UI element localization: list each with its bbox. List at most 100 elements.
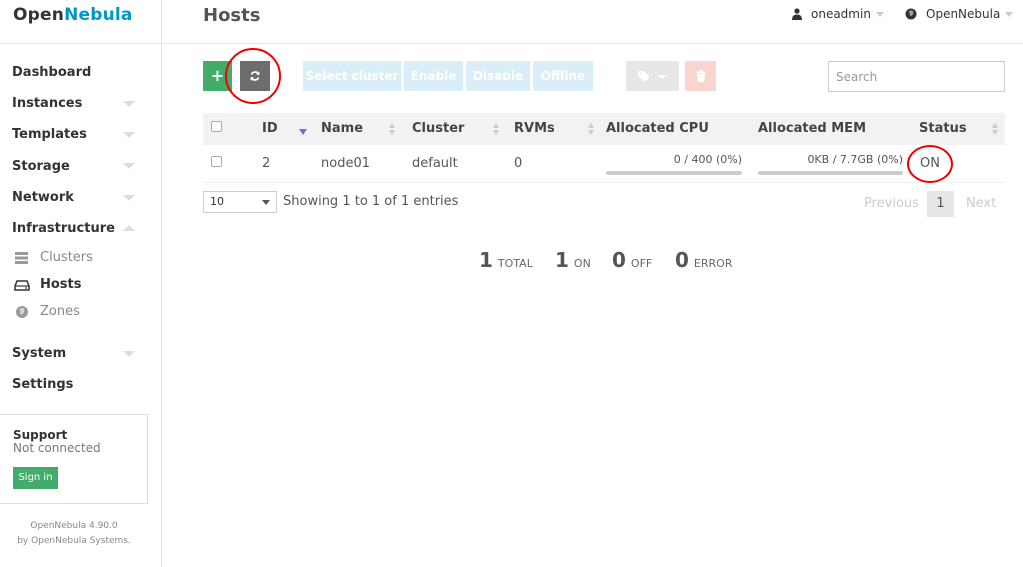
refresh-icon <box>250 71 260 81</box>
support-panel: Support Not connected Sign in <box>0 414 148 504</box>
chevron-up-icon[interactable] <box>123 225 135 231</box>
column-header-name[interactable]: Name <box>321 121 363 136</box>
chevron-down-icon[interactable] <box>123 132 135 138</box>
sidebar-item-network[interactable]: Network <box>12 190 74 205</box>
total-count-label: TOTAL <box>497 257 533 270</box>
on-count: 1 ON <box>555 248 591 272</box>
disable-button[interactable]: Disable <box>466 61 530 91</box>
sidebar-divider <box>0 43 161 44</box>
total-count-number: 1 <box>479 248 493 272</box>
total-count: 1 TOTAL <box>479 248 533 272</box>
column-header-cluster[interactable]: Cluster <box>412 121 464 136</box>
select-cluster-button[interactable]: Select cluster <box>303 61 401 91</box>
sidebar-item-infrastructure[interactable]: Infrastructure <box>12 221 115 236</box>
sort-icon[interactable] <box>992 123 999 135</box>
hdd-icon <box>14 278 30 292</box>
sort-desc-icon[interactable] <box>299 129 307 135</box>
page-title: Hosts <box>203 5 261 26</box>
delete-button[interactable] <box>685 61 716 91</box>
trash-icon <box>695 70 706 82</box>
enable-button[interactable]: Enable <box>404 61 463 91</box>
add-host-button[interactable]: + <box>203 61 232 91</box>
sidebar-item-instances[interactable]: Instances <box>12 96 82 111</box>
page-1-button[interactable]: 1 <box>927 191 954 217</box>
cpu-usage-text: 0 / 400 (0%) <box>673 153 742 166</box>
sidebar-item-dashboard[interactable]: Dashboard <box>12 65 91 80</box>
sort-icon[interactable] <box>389 123 396 135</box>
zone-menu[interactable]: OpenNebula <box>905 7 1014 21</box>
error-count: 0 ERROR <box>675 248 732 272</box>
row-checkbox[interactable] <box>211 156 222 167</box>
logo-text-nebula: Nebula <box>64 5 133 25</box>
page-size-select[interactable]: 10 <box>203 191 277 213</box>
on-count-number: 1 <box>555 248 569 272</box>
support-title: Support <box>13 428 68 442</box>
sidebar-item-storage[interactable]: Storage <box>12 159 70 174</box>
version-info: OpenNebula 4.90.0 by OpenNebula Systems. <box>0 519 148 549</box>
tags-icon <box>637 71 666 82</box>
sign-in-button[interactable]: Sign in <box>13 467 58 489</box>
next-page-button[interactable]: Next <box>966 196 996 211</box>
off-count-label: OFF <box>630 257 653 270</box>
sidebar-subitem-hosts[interactable]: Hosts <box>14 277 82 292</box>
sidebar-item-templates[interactable]: Templates <box>12 127 87 142</box>
chevron-down-icon[interactable] <box>123 101 135 107</box>
table-header: ID Name Cluster RVMs Allocated CPU Alloc… <box>203 113 1005 145</box>
off-count: 0 OFF <box>612 248 652 272</box>
sidebar: OpenNebula Dashboard Instances Templates… <box>0 0 162 567</box>
cell-rvms: 0 <box>514 156 523 171</box>
user-name: oneadmin <box>811 7 871 21</box>
logo-text-open: Open <box>13 5 65 25</box>
user-icon <box>792 8 802 20</box>
sidebar-item-system[interactable]: System <box>12 346 66 361</box>
column-header-id[interactable]: ID <box>262 121 278 136</box>
cpu-usage-bar <box>606 171 742 175</box>
cell-status: ON <box>920 156 940 171</box>
cell-id: 2 <box>262 156 271 171</box>
column-header-status[interactable]: Status <box>919 121 967 136</box>
previous-page-button[interactable]: Previous <box>864 196 919 211</box>
labels-dropdown-button[interactable] <box>626 61 679 91</box>
on-count-label: ON <box>573 257 591 270</box>
column-header-allocated-cpu[interactable]: Allocated CPU <box>606 121 709 136</box>
chevron-down-icon[interactable] <box>123 163 135 169</box>
header-divider <box>162 43 1023 44</box>
support-status: Not connected <box>13 441 101 455</box>
column-header-allocated-mem[interactable]: Allocated MEM <box>758 121 866 136</box>
search-input[interactable] <box>828 61 1005 92</box>
version-number: OpenNebula 4.90.0 <box>30 521 118 531</box>
caret-down-icon <box>262 200 270 205</box>
user-menu[interactable]: oneadmin <box>792 7 884 21</box>
chevron-down-icon[interactable] <box>123 195 135 201</box>
column-header-rvms[interactable]: RVMs <box>514 121 555 136</box>
sidebar-subitem-zones[interactable]: Zones <box>14 304 80 319</box>
opennebula-logo[interactable]: OpenNebula <box>13 5 133 25</box>
error-count-label: ERROR <box>693 257 733 270</box>
entries-info: Showing 1 to 1 of 1 entries <box>283 194 459 209</box>
globe-icon <box>14 305 30 319</box>
caret-down-icon <box>1005 11 1014 17</box>
mem-usage-text: 0KB / 7.7GB (0%) <box>807 153 903 166</box>
sidebar-subitem-label: Hosts <box>40 277 82 292</box>
off-count-number: 0 <box>612 248 626 272</box>
version-vendor[interactable]: by OpenNebula Systems. <box>0 534 148 549</box>
offline-button[interactable]: Offline <box>533 61 593 91</box>
error-count-number: 0 <box>675 248 689 272</box>
server-stack-icon <box>14 251 30 265</box>
caret-down-icon <box>875 11 884 17</box>
mem-usage-bar <box>758 171 903 175</box>
sidebar-subitem-label: Zones <box>40 304 80 319</box>
table-row[interactable]: 2 node01 default 0 0 / 400 (0%) 0KB / 7.… <box>203 145 1005 183</box>
globe-icon <box>905 8 917 20</box>
page-size-value: 10 <box>210 195 224 208</box>
sidebar-item-settings[interactable]: Settings <box>12 377 73 392</box>
sort-icon[interactable] <box>588 123 595 135</box>
chevron-down-icon[interactable] <box>123 351 135 357</box>
sidebar-subitem-clusters[interactable]: Clusters <box>14 250 93 265</box>
sort-icon[interactable] <box>493 123 500 135</box>
cell-cluster: default <box>412 156 458 171</box>
select-all-checkbox[interactable] <box>211 121 222 132</box>
zone-name: OpenNebula <box>926 7 1001 21</box>
cell-name: node01 <box>321 156 370 171</box>
refresh-button[interactable] <box>240 61 270 91</box>
